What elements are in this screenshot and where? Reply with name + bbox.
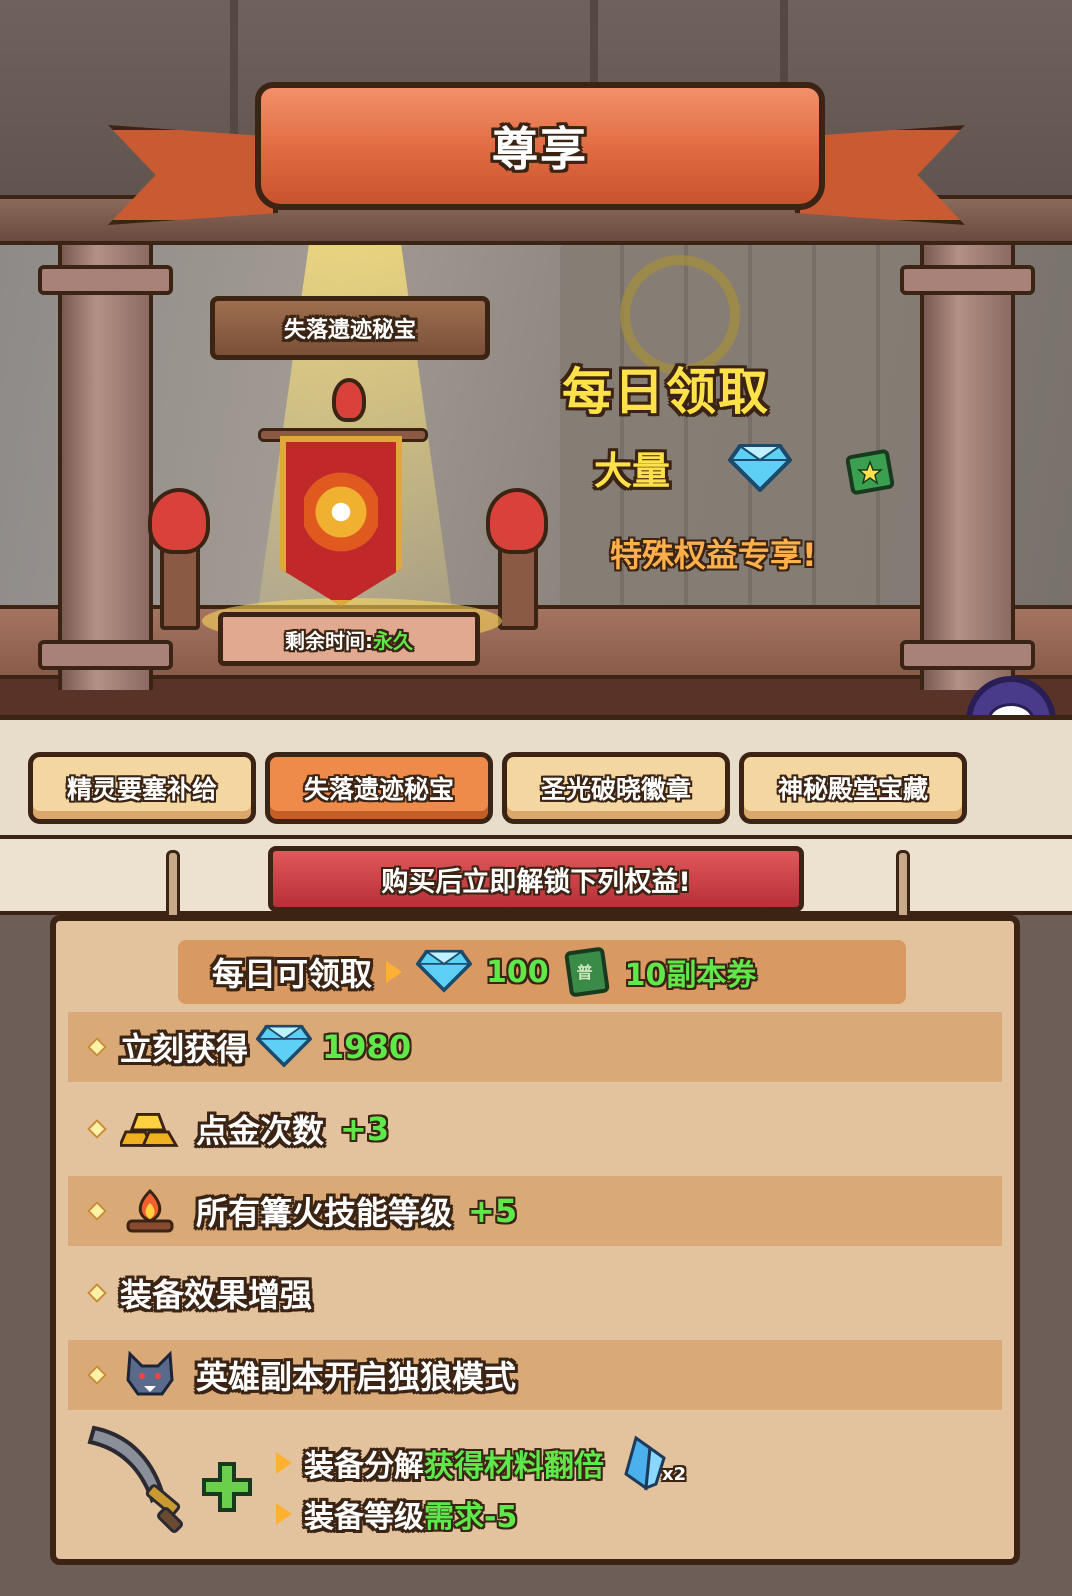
title-banner: 尊享 <box>255 82 825 210</box>
pillar-right-cap <box>900 265 1035 295</box>
diamond-icon <box>415 947 473 997</box>
crystal-icon: x2 <box>616 1434 696 1492</box>
pillar-right <box>920 245 1015 690</box>
pillar-left-base <box>38 640 173 670</box>
tab-label: 精灵要塞补给 <box>66 775 217 804</box>
daily-claim-ribbon: 每日可领取 100 普 10副本券 <box>178 940 906 1004</box>
arrow-right-icon <box>276 1452 292 1474</box>
remaining-time-pedestal: 剩余时间: 永久 <box>218 612 480 666</box>
bullet-icon <box>87 1283 107 1303</box>
row-value: +5 <box>468 1192 518 1230</box>
showcase-scene <box>0 245 1072 715</box>
arrow-right-icon <box>276 1503 292 1525</box>
pillar-right-base <box>900 640 1035 670</box>
list-item: 所有篝火技能等级 +5 <box>68 1176 1002 1246</box>
arrow-right-icon <box>386 961 403 983</box>
level-req-label: 装备等级 <box>304 1500 424 1535</box>
row-label: 立刻获得 <box>120 1030 249 1068</box>
sword-icon <box>84 1420 194 1542</box>
bullet-icon <box>87 1119 107 1139</box>
list-item: 英雄副本开启独狼模式 <box>68 1340 1002 1410</box>
torch-flame-left-icon <box>148 488 210 554</box>
diamond-icon <box>255 1022 313 1072</box>
list-item: 点金次数 +3 <box>68 1094 1002 1164</box>
daily-claim-label: 每日可领取 <box>212 955 373 993</box>
level-req-highlight: 需求-5 <box>424 1500 518 1535</box>
bullet-icon <box>87 1365 107 1385</box>
row-label: 点金次数 <box>196 1112 325 1150</box>
page-title: 尊享 <box>492 122 588 176</box>
promo-bulk: 大量 <box>594 449 671 493</box>
row-label: 装备效果增强 <box>120 1276 313 1314</box>
bullet-icon <box>87 1037 107 1057</box>
campfire-icon <box>120 1185 180 1237</box>
benefits-banner-text: 购买后立即解锁下列权益! <box>381 866 691 898</box>
tab-lost-ruins-treasure[interactable]: 失落遗迹秘宝 <box>265 752 493 824</box>
tab-elf-fortress-supply[interactable]: 精灵要塞补给 <box>28 752 256 824</box>
row-label: 所有篝火技能等级 <box>196 1194 453 1232</box>
tab-label: 失落遗迹秘宝 <box>303 775 454 804</box>
equipment-level-line: 装备等级需求-5 <box>276 1492 517 1536</box>
row-label: 英雄副本开启独狼模式 <box>196 1358 517 1396</box>
pillar-left-cap <box>38 265 173 295</box>
daily-gem-amount: 100 <box>486 954 549 990</box>
tab-mystic-hall-treasure[interactable]: 神秘殿堂宝藏 <box>739 752 967 824</box>
daily-ticket-amount: 10副本券 <box>624 958 757 993</box>
bullet-icon <box>87 1201 107 1221</box>
list-item: 立刻获得 1980 <box>68 1012 1002 1082</box>
row-value: +3 <box>340 1110 390 1148</box>
remaining-time-value: 永久 <box>373 628 413 653</box>
promo-perk: 特殊权益专享! <box>610 536 817 574</box>
ticket-icon-text: 普 <box>576 963 593 982</box>
equipment-salvage-line: 装备分解获得材料翻倍 x2 <box>276 1434 696 1492</box>
gold-bars-icon <box>120 1103 180 1155</box>
benefits-banner: 购买后立即解锁下列权益! <box>268 846 804 912</box>
flag-finial-icon <box>332 378 366 422</box>
crystal-multiplier: x2 <box>662 1464 687 1485</box>
dungeon-ticket-icon: 普 <box>563 947 611 997</box>
pillar-left <box>58 245 153 690</box>
pack-name-plaque: 失落遗迹秘宝 <box>210 296 490 360</box>
tab-label: 神秘殿堂宝藏 <box>777 775 928 804</box>
ticket-icon <box>845 448 895 500</box>
flag-emblem-icon <box>304 470 378 554</box>
remaining-time-label: 剩余时间: <box>285 628 373 653</box>
list-item: 装备效果增强 <box>68 1258 1002 1328</box>
row-value: 1980 <box>322 1028 412 1066</box>
salvage-label: 装备分解 <box>304 1449 424 1484</box>
plus-icon <box>200 1460 254 1514</box>
promo-title: 每日领取 <box>562 363 770 421</box>
tab-holy-dawn-badge[interactable]: 圣光破晓徽章 <box>502 752 730 824</box>
tab-label: 圣光破晓徽章 <box>540 775 691 804</box>
wolf-icon <box>120 1349 180 1401</box>
salvage-highlight: 获得材料翻倍 <box>424 1449 604 1484</box>
diamond-icon <box>727 442 793 496</box>
stage-base <box>0 675 1072 715</box>
pack-name: 失落遗迹秘宝 <box>283 318 416 343</box>
torch-flame-right-icon <box>486 488 548 554</box>
